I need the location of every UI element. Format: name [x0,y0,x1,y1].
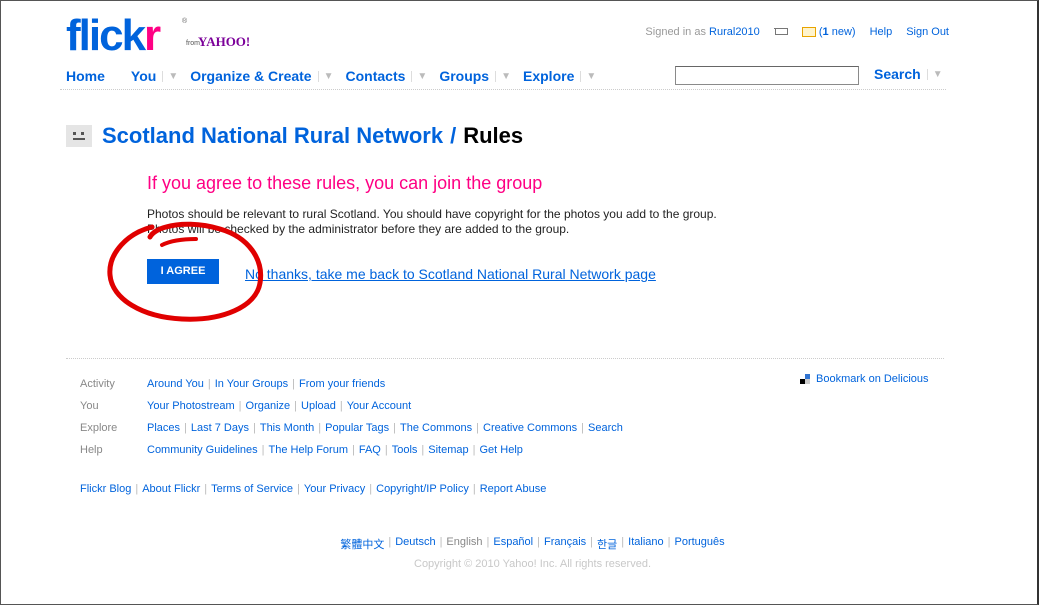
section-title: Rules [463,123,524,148]
rules-line: Photos should be relevant to rural Scotl… [147,207,717,221]
footer-label: You [80,400,99,412]
footer-link[interactable]: Your Account [347,400,411,412]
language-link[interactable]: Español [493,536,533,552]
groups-dropdown-icon[interactable]: ▼ [495,70,511,82]
footer-link[interactable]: This Month [260,422,314,434]
nav-you[interactable]: You [131,68,156,84]
footer-link[interactable]: Last 7 Days [191,422,249,434]
title-separator: / [450,123,457,148]
footer-link[interactable]: The Commons [400,422,472,434]
footer-link[interactable]: Around You [147,378,204,390]
bookmark-delicious[interactable]: Bookmark on Delicious [800,373,929,385]
footer-row-help: Help Community Guidelines | The Help Foru… [80,444,523,456]
browser-frame [0,0,1039,605]
nav-organize[interactable]: Organize & Create [190,68,311,84]
search-dropdown-icon[interactable]: ▼ [926,68,943,80]
agree-button[interactable]: I AGREE [147,259,219,284]
language-link[interactable]: 한글 [597,536,617,552]
language-selector: 繁體中文 | Deutsch | English | Español | Françai… [340,536,725,552]
logo-registered-mark: ® [182,18,188,25]
footer-link[interactable]: Popular Tags [325,422,389,434]
rules-line: Photos will be checked by the administra… [147,222,570,236]
delicious-icon [800,374,810,384]
group-name-link[interactable]: Scotland National Rural Network [102,123,443,149]
footer-label: Explore [80,422,118,434]
footer-link[interactable]: Search [588,422,623,434]
page-title: Scotland National Rural Network / Rules [66,123,523,149]
logo-flick-text: flick [66,11,146,60]
nav-explore[interactable]: Explore [523,68,574,84]
explore-dropdown-icon[interactable]: ▼ [580,70,596,82]
mail-icon[interactable] [801,27,816,37]
group-rules: Photos should be relevant to rural Scotl… [147,207,827,237]
logo-r-text: r [144,11,161,60]
footer-links: Activity Around You | In Your Groups | Fro… [80,373,623,461]
current-language: English [446,536,483,548]
footer-link[interactable]: Flickr Blog [80,483,131,495]
agree-heading: If you agree to these rules, you can joi… [147,173,543,193]
footer-divider [66,358,944,359]
footer-row-you: You Your Photostream | Organize | Upload | … [80,400,412,412]
footer-link[interactable]: Creative Commons [483,422,577,434]
contacts-dropdown-icon[interactable]: ▼ [411,70,427,82]
footer-link[interactable]: Your Photostream [147,400,235,412]
footer-link[interactable]: FAQ [359,444,381,456]
footer-link[interactable]: Terms of Service [211,483,293,495]
help-link[interactable]: Help [870,26,893,38]
sign-out-link[interactable]: Sign Out [906,26,949,38]
search-button[interactable]: Search [874,66,921,82]
footer-link[interactable]: Copyright/IP Policy [376,483,469,495]
copyright: Copyright © 2010 Yahoo! Inc. All rights … [414,558,651,570]
account-bar: Signed in as Rural2010 (1 new) Help Sign… [645,26,949,38]
nav-contacts[interactable]: Contacts [346,68,406,84]
footer-link[interactable]: Report Abuse [480,483,547,495]
mail-count-link[interactable]: (1 new) [819,26,856,38]
footer-link[interactable]: Places [147,422,180,434]
footer-label: Help [80,444,103,456]
footer-link[interactable]: Upload [301,400,336,412]
header-divider [60,89,946,90]
main-nav: Home You ▼ Organize & Create ▼ Contacts ▼ G… [66,66,956,86]
footer-link[interactable]: Community Guidelines [147,444,258,456]
footer-link[interactable]: Tools [392,444,418,456]
you-dropdown-icon[interactable]: ▼ [162,70,178,82]
footer-label: Activity [80,378,115,390]
footer-link[interactable]: Organize [246,400,291,412]
language-link[interactable]: 繁體中文 [340,536,384,552]
nav-home[interactable]: Home [66,68,105,84]
username-link[interactable]: Rural2010 [709,26,760,38]
language-link[interactable]: Português [674,536,724,552]
signed-in-label: Signed in as [645,26,706,38]
footer-link[interactable]: Sitemap [428,444,468,456]
footer-link[interactable]: Your Privacy [304,483,365,495]
footer-link[interactable]: Get Help [480,444,523,456]
footer-link[interactable]: The Help Forum [269,444,348,456]
yahoo-logo: YAHOO! [198,34,251,49]
nav-groups[interactable]: Groups [439,68,489,84]
footer-link[interactable]: About Flickr [142,483,200,495]
footer-link[interactable]: From your friends [299,378,385,390]
flickr-logo[interactable]: flickr ® from YAHOO! [66,14,250,58]
language-link[interactable]: Deutsch [395,536,435,552]
footer-row-activity: Activity Around You | In Your Groups | Fro… [80,378,386,390]
footer-row-explore: Explore Places | Last 7 Days | This Month |… [80,422,623,434]
footer-bottom-links: Flickr Blog | About Flickr | Terms of Serv… [80,483,547,495]
mail-new-label: new) [828,26,856,38]
organize-dropdown-icon[interactable]: ▼ [317,70,334,82]
footer-link[interactable]: In Your Groups [215,378,288,390]
language-link[interactable]: Français [544,536,586,552]
cart-icon[interactable] [773,27,788,38]
no-thanks-link[interactable]: No thanks, take me back to Scotland Nati… [245,266,656,282]
language-link[interactable]: Italiano [628,536,663,552]
group-buddy-icon [66,125,92,147]
bookmark-link[interactable]: Bookmark on Delicious [816,373,929,385]
search-input[interactable] [675,66,859,85]
